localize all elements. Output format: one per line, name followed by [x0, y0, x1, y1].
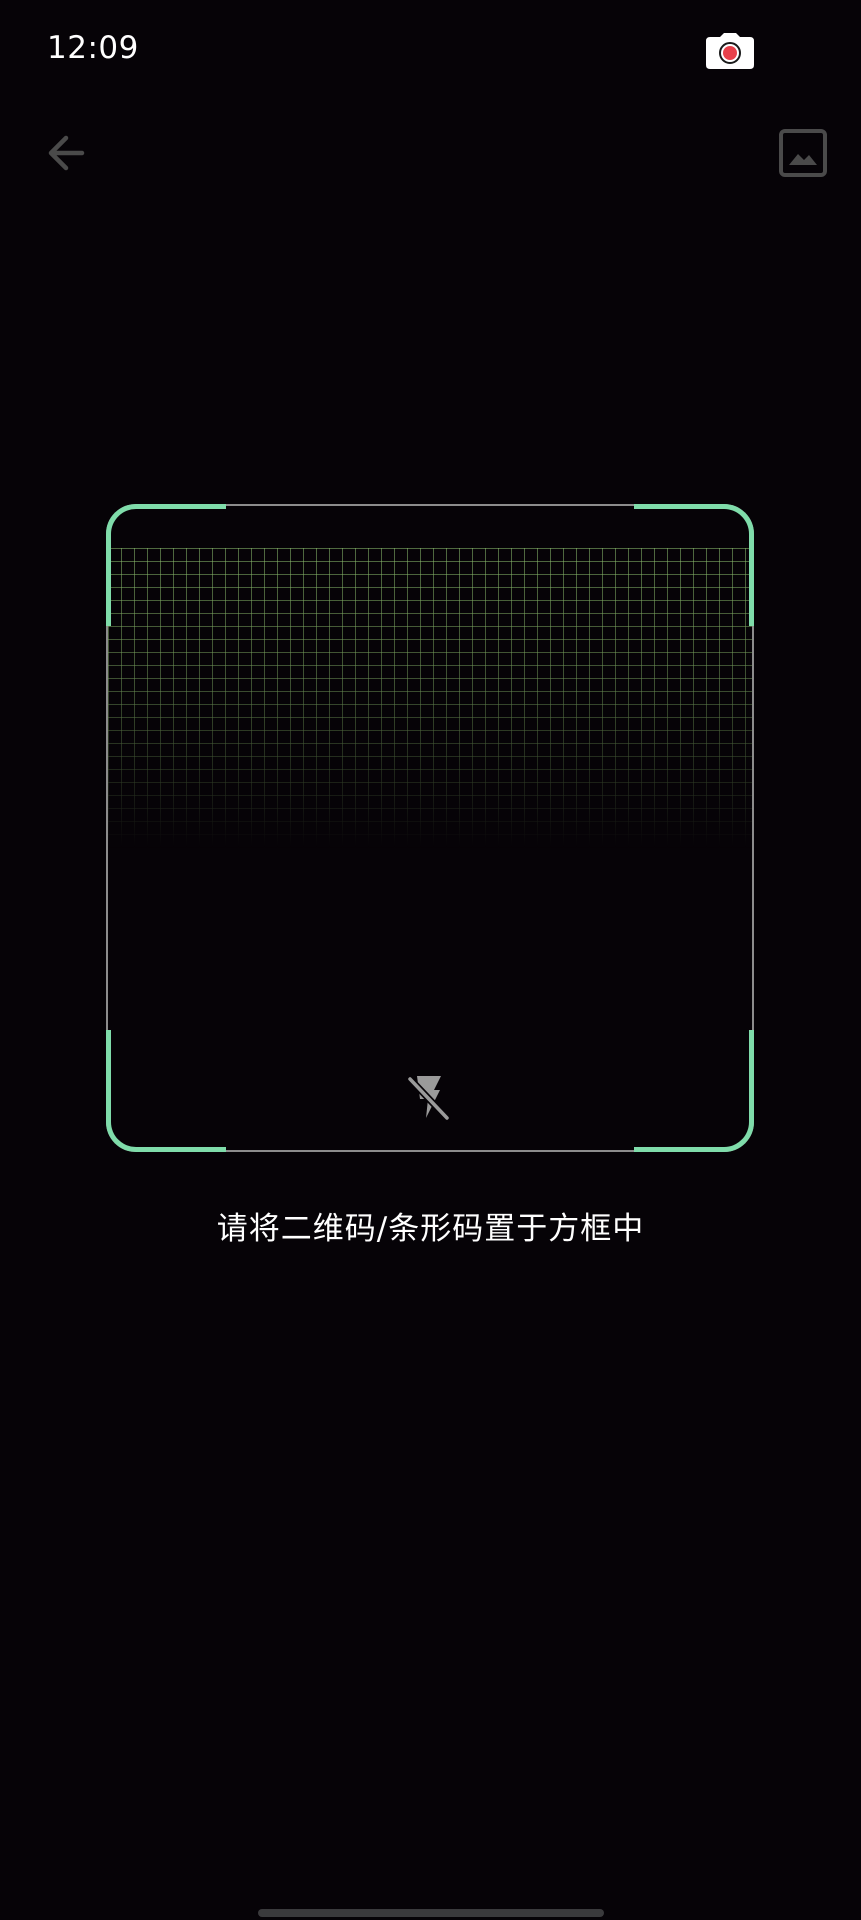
scan-frame-corner-top-left — [106, 504, 226, 626]
arrow-left-icon — [48, 135, 85, 171]
camera-recording-icon — [706, 33, 754, 69]
scan-frame-corner-bottom-left — [106, 1030, 226, 1152]
scan-hint-text: 请将二维码/条形码置于方框中 — [216, 1211, 645, 1247]
back-button[interactable] — [42, 128, 92, 178]
flash-off-icon — [406, 1075, 451, 1122]
status-bar: 12:09 — [0, 0, 861, 100]
scan-frame-corner-bottom-right — [634, 1030, 754, 1152]
image-gallery-icon — [779, 129, 827, 177]
home-indicator[interactable] — [258, 1909, 604, 1917]
scan-frame-corner-top-right — [634, 504, 754, 626]
status-time: 12:09 — [47, 30, 139, 66]
flash-toggle-button[interactable] — [403, 1072, 453, 1124]
gallery-button[interactable] — [778, 128, 828, 178]
qr-scanner-screen: 12:09 请将二维码/条形码置于方框中 — [0, 0, 861, 1920]
